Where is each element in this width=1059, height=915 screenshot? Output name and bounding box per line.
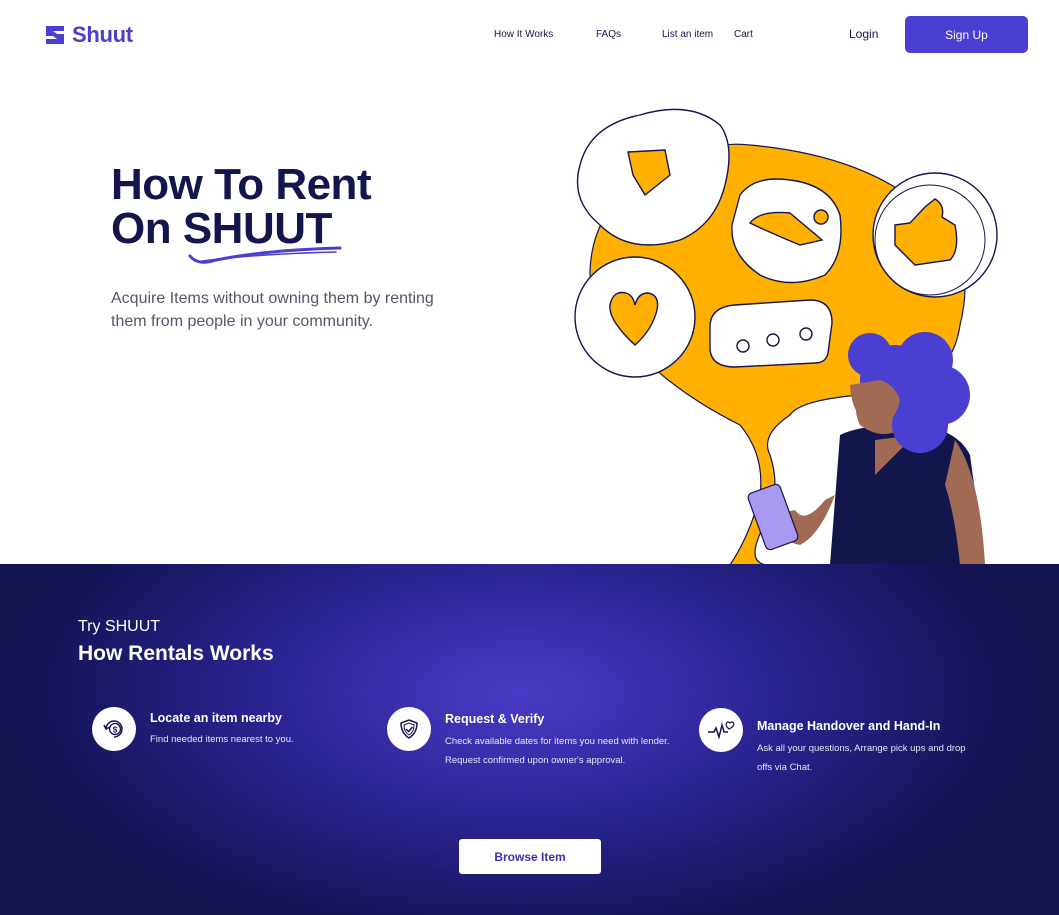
step-description: Check available dates for items you need…: [445, 736, 670, 766]
step-title: Locate an item nearby: [150, 711, 282, 725]
hero-illustration: [574, 108, 998, 565]
sign-up-button[interactable]: Sign Up: [905, 16, 1028, 53]
dollar-cycle-icon: $: [92, 707, 136, 751]
brand-name: Shuut: [72, 22, 133, 47]
logo-mark-icon: [46, 26, 64, 44]
chat-dots-bubble-icon: [709, 299, 833, 368]
step-title: Manage Handover and Hand-In: [757, 719, 941, 733]
shield-check-icon: [387, 707, 431, 751]
login-link[interactable]: Login: [849, 27, 878, 41]
nav-how-it-works[interactable]: How It Works: [494, 29, 553, 40]
nav-cart[interactable]: Cart: [734, 29, 753, 40]
heart-bubble-icon: [574, 256, 696, 378]
heartbeat-icon: [699, 708, 743, 752]
title-underline-decoration: [188, 246, 342, 264]
section-title: How Rentals Works: [78, 642, 274, 665]
thumbs-up-bubble-icon: [872, 172, 998, 298]
nav-faqs[interactable]: FAQs: [596, 29, 621, 40]
brand-logo[interactable]: Shuut: [44, 22, 133, 48]
browse-item-button[interactable]: Browse Item: [459, 839, 601, 874]
nav-list-an-item[interactable]: List an item: [662, 29, 713, 40]
step-description: Ask all your questions, Arrange pick ups…: [757, 743, 966, 773]
step-title: Request & Verify: [445, 712, 545, 726]
hero-title: How To Rent On SHUUT: [111, 160, 372, 251]
hero-subtitle: Acquire Items without owning them by ren…: [111, 290, 434, 330]
top-navbar: Shuut How It Works FAQs List an item Car…: [0, 0, 1059, 70]
section-eyebrow: Try SHUUT: [78, 618, 161, 635]
hero-title-line1: How To Rent: [111, 160, 372, 209]
step-description: Find needed items nearest to you.: [150, 734, 294, 745]
svg-text:$: $: [113, 726, 118, 735]
how-rentals-works-section: Try SHUUT How Rentals Works $ Locate an …: [0, 564, 1059, 915]
